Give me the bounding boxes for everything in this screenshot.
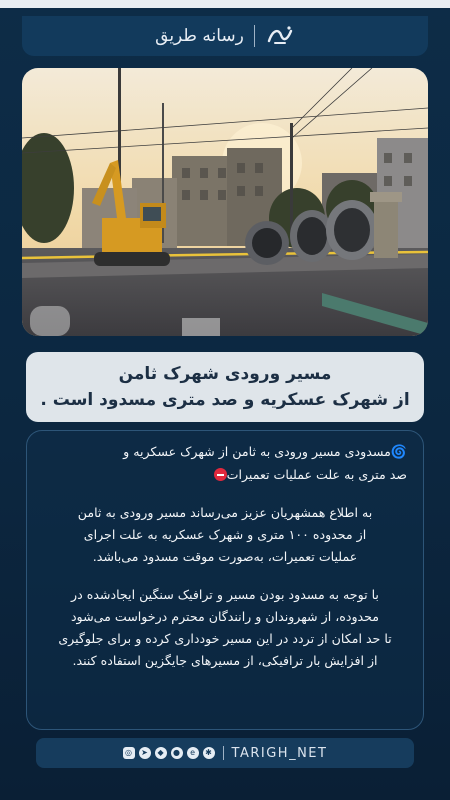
construction-photo bbox=[22, 68, 428, 336]
para3-line-4: از افزایش بار ترافیکی، از مسیرهای جایگزی… bbox=[72, 653, 378, 668]
instagram-icon[interactable]: ◎ bbox=[122, 747, 135, 759]
lead-line-1: مسدودی مسیر ورودی به ثامن از شهرک عسکریه… bbox=[123, 444, 391, 459]
telegram-icon[interactable]: ➤ bbox=[138, 747, 151, 759]
rubika-icon[interactable]: ◆ bbox=[154, 747, 167, 759]
lead-paragraph: 🌀مسدودی مسیر ورودی به ثامن از شهرک عسکری… bbox=[43, 441, 407, 486]
headline-line-1: مسیر ورودی شهرک ثامن bbox=[118, 364, 332, 384]
para2-line-3: عملیات تعمیرات، به‌صورت موقت مسدود می‌با… bbox=[92, 549, 358, 564]
announcement-paragraph: به اطلاع همشهریان عزیز می‌رساند مسیر ورو… bbox=[43, 502, 407, 568]
social-icons: ◎ ➤ ◆ ● e ✱ bbox=[122, 747, 215, 759]
request-paragraph: با توجه به مسدود بودن مسیر و ترافیک سنگی… bbox=[43, 584, 407, 672]
news-body-card: 🌀مسدودی مسیر ورودی به ثامن از شهرک عسکری… bbox=[26, 430, 424, 730]
para3-line-1: با توجه به مسدود بودن مسیر و ترافیک سنگی… bbox=[71, 587, 379, 602]
aparat-icon[interactable]: ✱ bbox=[202, 747, 215, 759]
eitaa-icon[interactable]: e bbox=[186, 747, 199, 759]
brand-text: رسانه طریق bbox=[155, 26, 244, 46]
channel-handle[interactable]: TARIGH_NET bbox=[232, 746, 328, 761]
para2-line-2: از محدوده ۱۰۰ متری و شهرک عسکریه به علت … bbox=[83, 527, 367, 542]
header-bar: رسانه طریق bbox=[22, 16, 428, 56]
headline-box: مسیر ورودی شهرک ثامن از شهرک عسکریه و صد… bbox=[26, 352, 424, 422]
para3-line-3: تا حد امکان از تردد در این مسیر خودداری … bbox=[58, 631, 392, 646]
bale-icon[interactable]: ● bbox=[170, 747, 183, 759]
para2-line-1: به اطلاع همشهریان عزیز می‌رساند مسیر ورو… bbox=[77, 505, 373, 520]
lead-line-2: صد متری به علت عملیات تعمیرات bbox=[226, 467, 407, 482]
headline-line-2: از شهرک عسکریه و صد متری مسدود است . bbox=[40, 390, 410, 410]
cyclone-icon: 🌀 bbox=[390, 445, 407, 460]
no-entry-icon bbox=[213, 468, 227, 481]
social-footer: ◎ ➤ ◆ ● e ✱ TARIGH_NET bbox=[36, 738, 414, 768]
brand-separator bbox=[253, 25, 255, 47]
footer-separator bbox=[222, 746, 224, 760]
para3-line-2: محدوده، از شهروندان و رانندگان محترم درخ… bbox=[70, 609, 380, 624]
tarigh-logo-icon bbox=[267, 26, 293, 44]
top-strip bbox=[0, 0, 450, 8]
